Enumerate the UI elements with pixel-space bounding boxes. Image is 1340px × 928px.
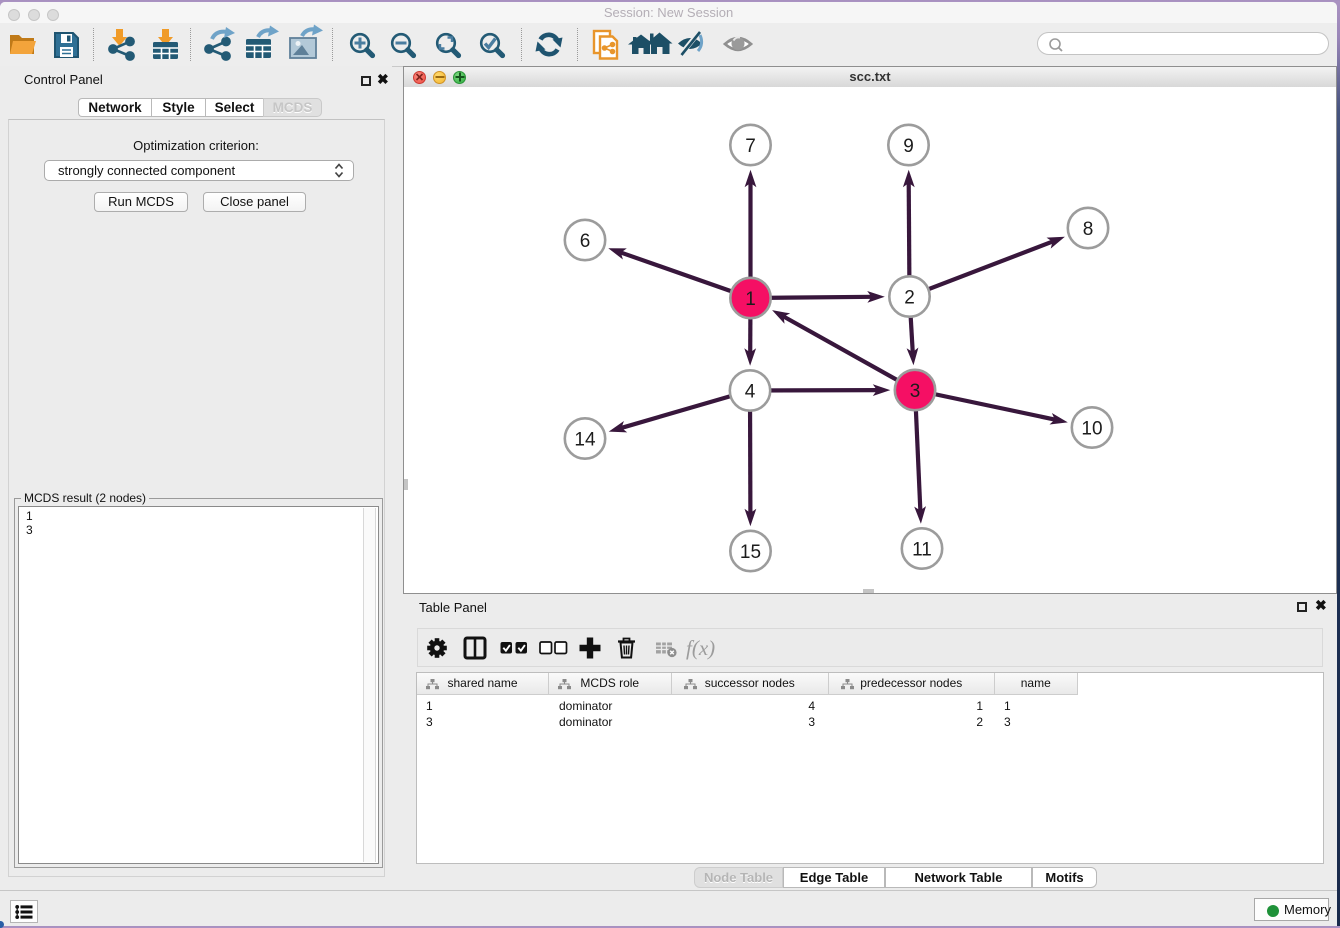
svg-text:14: 14 [574, 430, 596, 451]
svg-text:2: 2 [904, 288, 915, 309]
svg-text:6: 6 [580, 231, 591, 252]
svg-text:f(x): f(x) [686, 636, 715, 660]
svg-text:11: 11 [912, 540, 932, 561]
svg-text:7: 7 [745, 136, 756, 157]
svg-text:9: 9 [903, 136, 914, 157]
svg-text:1: 1 [745, 289, 756, 310]
svg-text:8: 8 [1083, 219, 1094, 240]
svg-text:3: 3 [910, 381, 921, 402]
svg-text:10: 10 [1081, 419, 1102, 440]
svg-text:15: 15 [740, 542, 761, 563]
svg-text:4: 4 [745, 382, 756, 403]
